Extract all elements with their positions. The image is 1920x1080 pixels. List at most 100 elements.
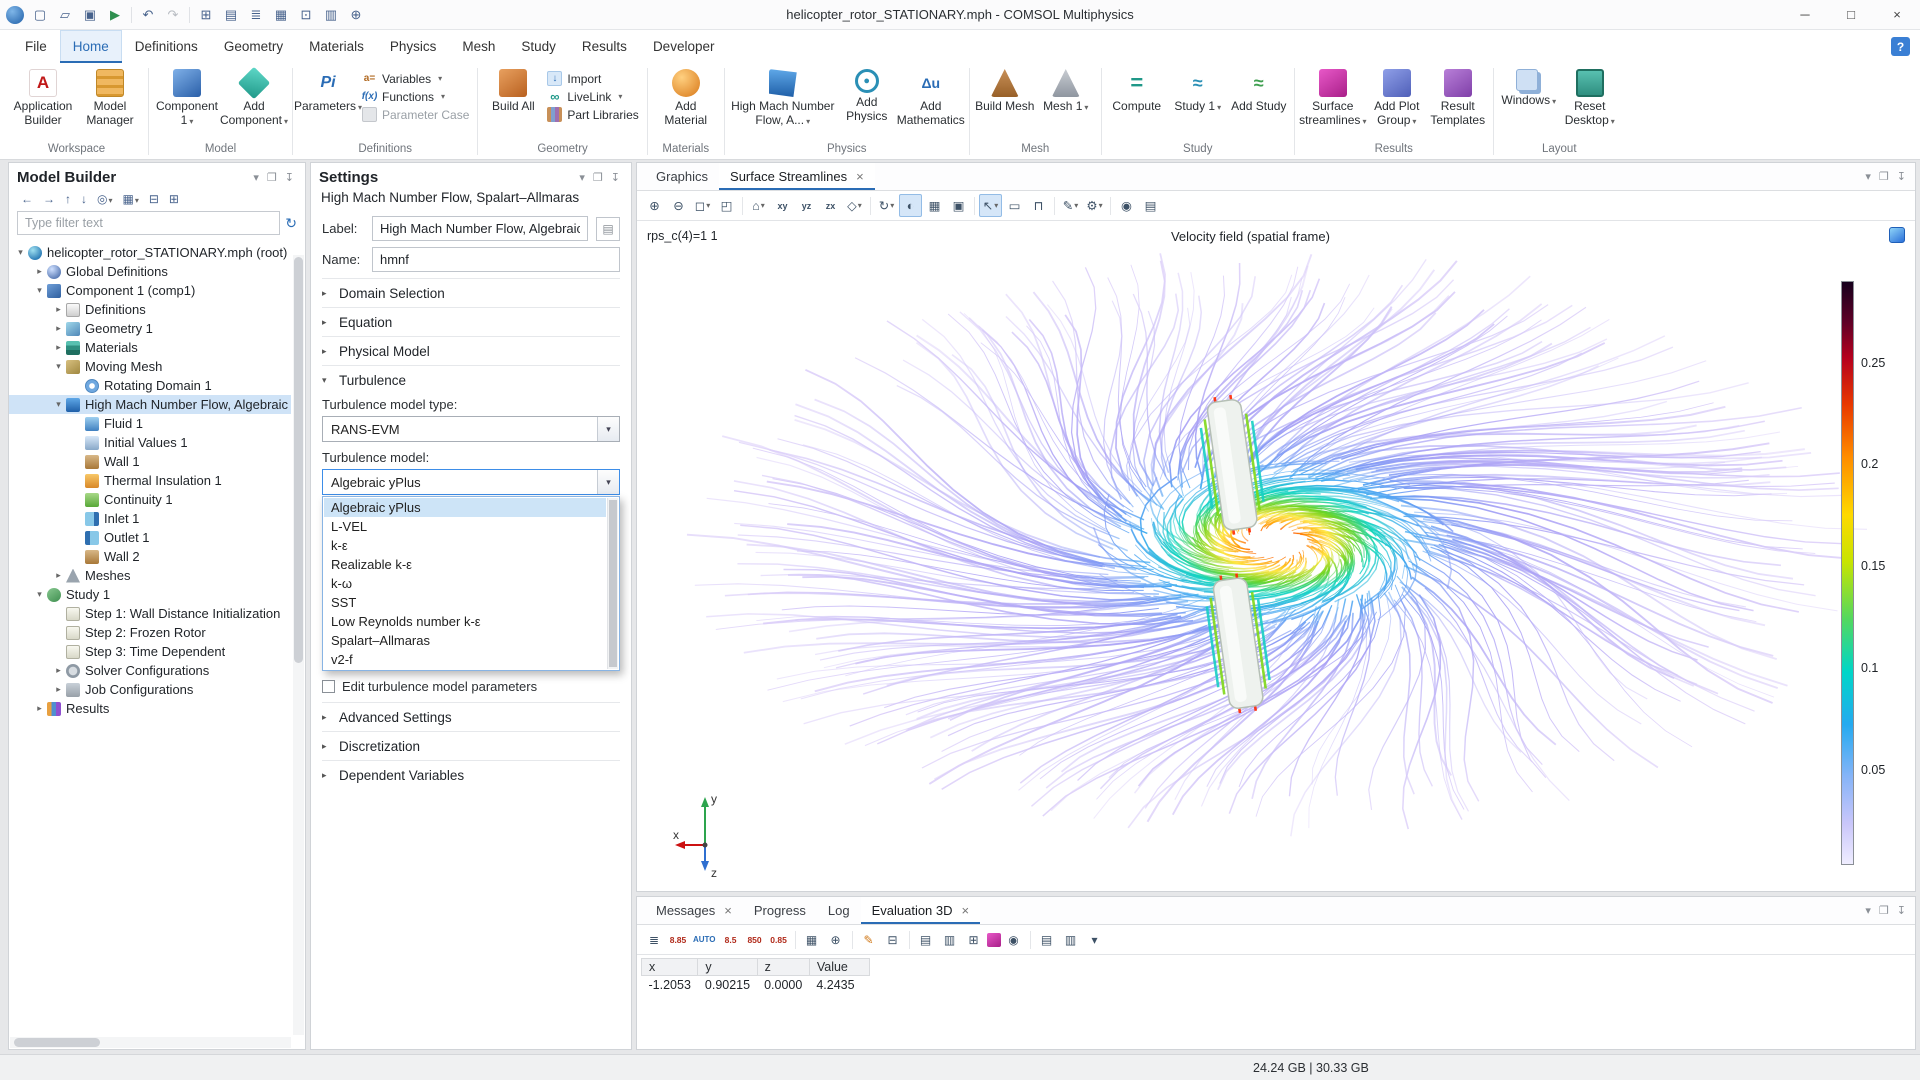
build-mesh-button[interactable]: Build Mesh: [975, 66, 1035, 142]
column-header-x[interactable]: x: [642, 959, 698, 976]
add-mathematics-button[interactable]: Δu Add Mathematics: [898, 66, 964, 142]
tab-definitions[interactable]: Definitions: [122, 30, 211, 63]
panel-menu-icon[interactable]: ▾: [1862, 904, 1874, 917]
delete-icon[interactable]: ≣: [244, 4, 268, 26]
tab-file[interactable]: File: [12, 30, 60, 63]
component-1-button[interactable]: Component 1▾: [154, 66, 220, 142]
panel-pin-icon[interactable]: ↧: [282, 171, 297, 184]
part-libraries-button[interactable]: Part Libraries: [547, 107, 638, 122]
dropdown-scrollbar[interactable]: [607, 498, 618, 669]
application-builder-button[interactable]: A Application Builder: [10, 66, 76, 142]
add-plot-group-button[interactable]: Add Plot Group▾: [1367, 66, 1427, 142]
view-xy-icon[interactable]: xy: [771, 194, 794, 217]
tree-chevron-closed-icon[interactable]: ▸: [52, 323, 65, 334]
variables-button[interactable]: a= Variables ▾: [362, 71, 469, 86]
tree-item-component1[interactable]: ▾Component 1 (comp1): [9, 281, 291, 300]
edit-table-icon[interactable]: ✎: [858, 929, 880, 951]
new-file-icon[interactable]: ▢: [28, 4, 52, 26]
filter-input[interactable]: [17, 211, 280, 235]
go-to-default-view-icon[interactable]: ⌂▾: [747, 194, 770, 217]
precision-85-icon[interactable]: 8.5: [720, 929, 742, 951]
scrollbar-thumb[interactable]: [294, 257, 303, 663]
tab-progress[interactable]: Progress: [743, 897, 817, 924]
turbulence-model-select[interactable]: Algebraic yPlus ▾: [322, 469, 620, 495]
panel-menu-icon[interactable]: ▾: [1862, 170, 1874, 183]
table-settings-icon[interactable]: ▥: [1060, 929, 1082, 951]
tree-chevron-closed-icon[interactable]: ▸: [52, 570, 65, 581]
model-tree-icon[interactable]: ▦: [269, 4, 293, 26]
edit-turbulence-parameters-row[interactable]: Edit turbulence model parameters: [322, 679, 620, 694]
tab-developer[interactable]: Developer: [640, 30, 728, 63]
section-advanced-settings[interactable]: ▸ Advanced Settings: [322, 702, 620, 731]
plot-settings-icon[interactable]: ⚙▾: [1083, 194, 1106, 217]
tree-chevron-closed-icon[interactable]: ▸: [33, 703, 46, 714]
table-row[interactable]: -1.2053 0.90215 0.0000 4.2435: [642, 976, 870, 995]
column-header-y[interactable]: y: [698, 959, 757, 976]
zoom-in-icon[interactable]: ⊕: [643, 194, 666, 217]
precision-885-icon[interactable]: 8.85: [667, 929, 689, 951]
lock-view-icon[interactable]: ⊓: [1027, 194, 1050, 217]
import-button[interactable]: ↓ Import: [547, 71, 638, 86]
tree-item-step2[interactable]: Step 2: Frozen Rotor: [9, 623, 291, 642]
tree-item-global-definitions[interactable]: ▸Global Definitions: [9, 262, 291, 281]
graphics-window-icon[interactable]: ▥: [319, 4, 343, 26]
help-icon[interactable]: ?: [1891, 37, 1910, 56]
compute-quick-icon[interactable]: ▶: [103, 4, 127, 26]
panel-float-icon[interactable]: ❐: [1876, 904, 1892, 917]
dropdown-option[interactable]: SST: [324, 593, 606, 612]
tree-item-inlet1[interactable]: Inlet 1: [9, 509, 291, 528]
pen-annotation-icon[interactable]: ✎▾: [1059, 194, 1082, 217]
zoom-extents-icon[interactable]: ◰: [715, 194, 738, 217]
dropdown-option[interactable]: v2-f: [324, 650, 606, 669]
section-turbulence[interactable]: ▾ Turbulence: [322, 365, 620, 394]
tree-item-materials[interactable]: ▸Materials: [9, 338, 291, 357]
tree-chevron-open-icon[interactable]: ▾: [52, 361, 65, 372]
tab-graphics-window[interactable]: Graphics: [645, 163, 719, 190]
copy-table-icon[interactable]: ▤: [1036, 929, 1058, 951]
panel-float-icon[interactable]: ❐: [1876, 170, 1892, 183]
close-icon[interactable]: ×: [856, 169, 864, 184]
save-icon[interactable]: ▣: [78, 4, 102, 26]
tree-item-definitions[interactable]: ▸Definitions: [9, 300, 291, 319]
precision-085-icon[interactable]: 0.85: [768, 929, 790, 951]
tab-messages[interactable]: Messages ×: [645, 897, 743, 924]
tree-item-thermal-insulation1[interactable]: Thermal Insulation 1: [9, 471, 291, 490]
tree-chevron-closed-icon[interactable]: ▸: [52, 665, 65, 676]
compute-button[interactable]: = Compute: [1107, 66, 1167, 142]
mesh-1-button[interactable]: Mesh 1▾: [1036, 66, 1096, 142]
functions-button[interactable]: f(x) Functions ▾: [362, 89, 469, 104]
dropdown-option[interactable]: Realizable k-ε: [324, 555, 606, 574]
box-select-icon[interactable]: ▭: [1003, 194, 1026, 217]
paste-icon[interactable]: ▤: [219, 4, 243, 26]
tree-chevron-open-icon[interactable]: ▾: [33, 285, 46, 296]
tree-item-wall1[interactable]: Wall 1: [9, 452, 291, 471]
zoom-out-icon[interactable]: ⊖: [667, 194, 690, 217]
add-study-button[interactable]: ≈ Add Study: [1229, 66, 1289, 142]
scrollbar-thumb[interactable]: [609, 500, 617, 667]
transparency-icon[interactable]: ▦: [923, 194, 946, 217]
build-all-button[interactable]: Build All: [483, 66, 543, 142]
show-options-icon[interactable]: ◎▾: [93, 191, 117, 207]
panel-pin-icon[interactable]: ↧: [1894, 904, 1909, 917]
panel-pin-icon[interactable]: ↧: [1894, 170, 1909, 183]
tree-item-hmnf[interactable]: ▾High Mach Number Flow, Algebraic y: [9, 395, 291, 414]
tree-item-rotating-domain1[interactable]: Rotating Domain 1: [9, 376, 291, 395]
undo-icon[interactable]: ↶: [136, 4, 160, 26]
close-button[interactable]: ×: [1874, 0, 1920, 29]
tree-chevron-closed-icon[interactable]: ▸: [52, 342, 65, 353]
tree-chevron-open-icon[interactable]: ▾: [33, 589, 46, 600]
clear-table-icon[interactable]: ⊟: [882, 929, 904, 951]
add-component-button[interactable]: Add Component▾: [221, 66, 287, 142]
panel-float-icon[interactable]: ❐: [590, 171, 606, 184]
view-yz-icon[interactable]: yz: [795, 194, 818, 217]
search-icon[interactable]: ⊕: [344, 4, 368, 26]
full-precision-icon[interactable]: ▦: [801, 929, 823, 951]
view-zx-icon[interactable]: zx: [819, 194, 842, 217]
panel-menu-icon[interactable]: ▾: [250, 171, 262, 184]
tree-chevron-closed-icon[interactable]: ▸: [33, 266, 46, 277]
surface-streamlines-button[interactable]: Surface streamlines▾: [1300, 66, 1366, 142]
name-field[interactable]: [372, 247, 620, 272]
print-icon[interactable]: ▤: [1139, 194, 1162, 217]
more-options-icon[interactable]: ▾: [1084, 929, 1106, 951]
panel-float-icon[interactable]: ❐: [264, 171, 280, 184]
